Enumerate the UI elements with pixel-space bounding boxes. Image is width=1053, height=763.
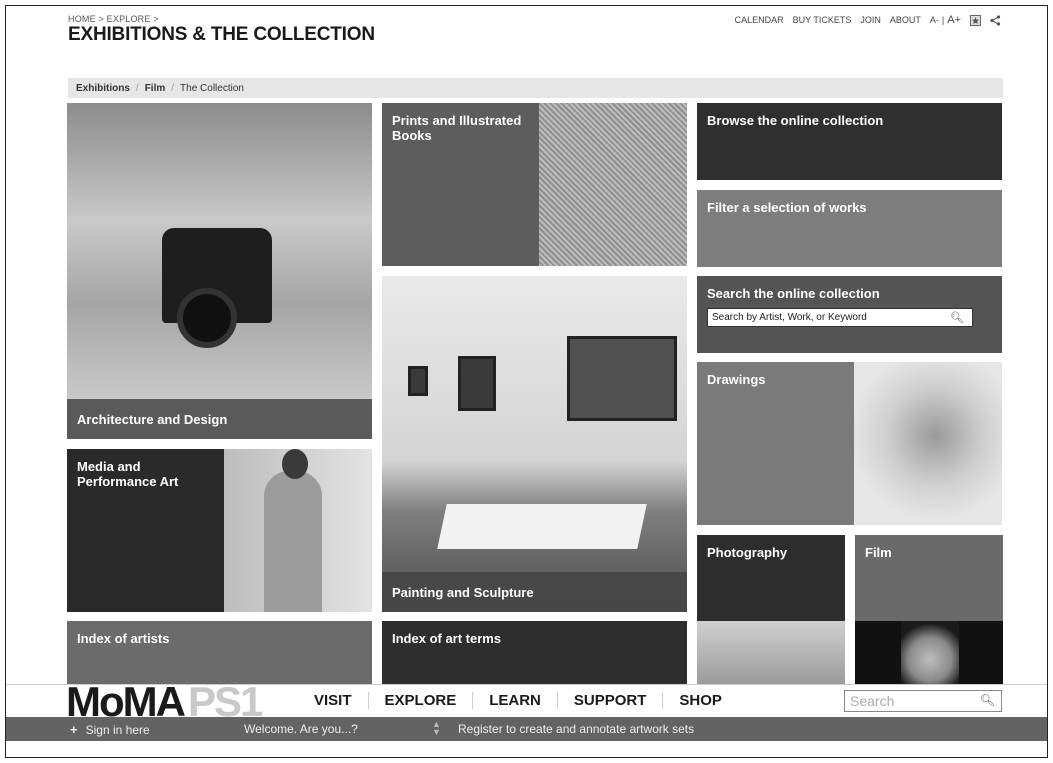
global-search-input[interactable]: Search 🔍︎: [844, 690, 1002, 712]
tile-label: Photography: [707, 545, 788, 560]
sculpture-plinth: [437, 504, 647, 549]
main-navigation: VISIT EXPLORE LEARN SUPPORT SHOP: [314, 692, 738, 709]
subnav-film[interactable]: Film: [145, 83, 166, 94]
collection-search-placeholder: Search by Artist, Work, or Keyword: [712, 312, 867, 323]
tile-index-of-art-terms[interactable]: Index of art terms: [382, 621, 687, 691]
tile-caption-bar: Painting and Sculpture: [382, 572, 687, 612]
join-link[interactable]: JOIN: [860, 15, 881, 25]
calendar-link[interactable]: CALENDAR: [735, 15, 784, 25]
register-link[interactable]: Register to create and annotate artwork …: [458, 722, 694, 736]
about-link[interactable]: ABOUT: [890, 15, 921, 25]
tile-label: Drawings: [707, 372, 766, 387]
tile-search-online-collection: Search the online collection Search by A…: [697, 276, 1002, 353]
up-down-arrows-icon[interactable]: ▲ ▼: [432, 720, 441, 737]
tile-filter-selection[interactable]: Filter a selection of works: [697, 190, 1002, 267]
welcome-text[interactable]: Welcome. Are you...?: [244, 722, 358, 736]
breadcrumb[interactable]: HOME > EXPLORE >: [68, 14, 159, 24]
search-icon[interactable]: 🔍︎: [980, 693, 995, 707]
tile-browse-online-collection[interactable]: Browse the online collection: [697, 103, 1002, 180]
tile-painting-and-sculpture[interactable]: Painting and Sculpture: [382, 276, 687, 612]
subnav-the-collection[interactable]: The Collection: [180, 83, 244, 94]
page-bottom: [6, 741, 1047, 757]
font-larger-button[interactable]: A+: [947, 14, 961, 26]
page-title: EXHIBITIONS & THE COLLECTION: [68, 24, 375, 45]
wall-painting: [458, 356, 496, 411]
subnav-separator: /: [135, 82, 139, 94]
collection-search-input[interactable]: Search by Artist, Work, or Keyword 🔍︎: [707, 308, 973, 327]
sign-in-label: Sign in here: [85, 722, 150, 737]
global-search-placeholder: Search: [850, 693, 895, 709]
page-frame: HOME > EXPLORE > CALENDAR BUY TICKETS JO…: [5, 5, 1048, 758]
sub-navigation: Exhibitions / Film / The Collection: [68, 78, 1003, 98]
search-icon[interactable]: 🔍︎: [950, 311, 964, 324]
font-smaller-button[interactable]: A-: [930, 15, 939, 25]
tile-label: Filter a selection of works: [707, 200, 867, 215]
jeep-wheel: [177, 288, 237, 348]
tile-prints-and-illustrated-books[interactable]: Prints and Illustrated Books: [382, 103, 687, 266]
tile-label: Media and Performance Art: [77, 459, 179, 489]
nav-shop[interactable]: SHOP: [662, 692, 738, 709]
subnav-separator: /: [171, 82, 175, 94]
prints-texture-image: [539, 103, 687, 266]
sign-in-link[interactable]: + Sign in here: [70, 722, 150, 737]
font-size-controls: A- | A+: [930, 14, 961, 26]
tile-label: Search the online collection: [707, 286, 880, 301]
tile-label: Index of artists: [77, 631, 170, 646]
tile-caption-bar: Architecture and Design: [67, 399, 372, 439]
nav-visit[interactable]: VISIT: [314, 692, 368, 709]
subnav-exhibitions[interactable]: Exhibitions: [76, 83, 130, 94]
film-image: [855, 621, 1003, 685]
tile-label: Browse the online collection: [707, 113, 884, 128]
wall-painting: [408, 366, 428, 396]
tile-media-and-performance-art[interactable]: Media and Performance Art: [67, 449, 372, 612]
tile-photography[interactable]: Photography: [697, 535, 845, 685]
font-size-divider: |: [941, 15, 945, 25]
tile-label: Architecture and Design: [77, 412, 228, 427]
plus-icon: +: [70, 722, 78, 737]
share-icon[interactable]: [990, 14, 1001, 26]
buy-tickets-link[interactable]: BUY TICKETS: [793, 15, 852, 25]
tile-label: Prints and Illustrated Books: [392, 113, 522, 143]
performer-head: [282, 449, 308, 479]
tile-architecture-and-design[interactable]: Architecture and Design: [67, 103, 372, 439]
global-nav-bar: MoMAPS1 VISIT EXPLORE LEARN SUPPORT SHOP…: [6, 681, 1047, 723]
nav-support[interactable]: SUPPORT: [556, 692, 663, 709]
member-bar: + Sign in here Welcome. Are you...? ▲ ▼ R…: [6, 717, 1047, 741]
bookmark-icon[interactable]: [970, 14, 981, 26]
tile-label: Index of art terms: [392, 631, 502, 646]
tile-film[interactable]: Film: [855, 535, 1003, 685]
tile-drawings[interactable]: Drawings: [697, 362, 1002, 525]
photography-image: [697, 621, 845, 685]
wall-painting: [567, 336, 677, 421]
drawing-image: [854, 362, 1002, 525]
utility-nav: CALENDAR BUY TICKETS JOIN ABOUT A- | A+: [735, 14, 1001, 26]
nav-learn[interactable]: LEARN: [472, 692, 557, 709]
media-image: [224, 449, 372, 612]
performer-figure: [264, 471, 322, 612]
film-face: [901, 621, 959, 685]
nav-explore[interactable]: EXPLORE: [367, 692, 473, 709]
tile-label: Painting and Sculpture: [392, 585, 534, 600]
tile-label: Film: [865, 545, 892, 560]
